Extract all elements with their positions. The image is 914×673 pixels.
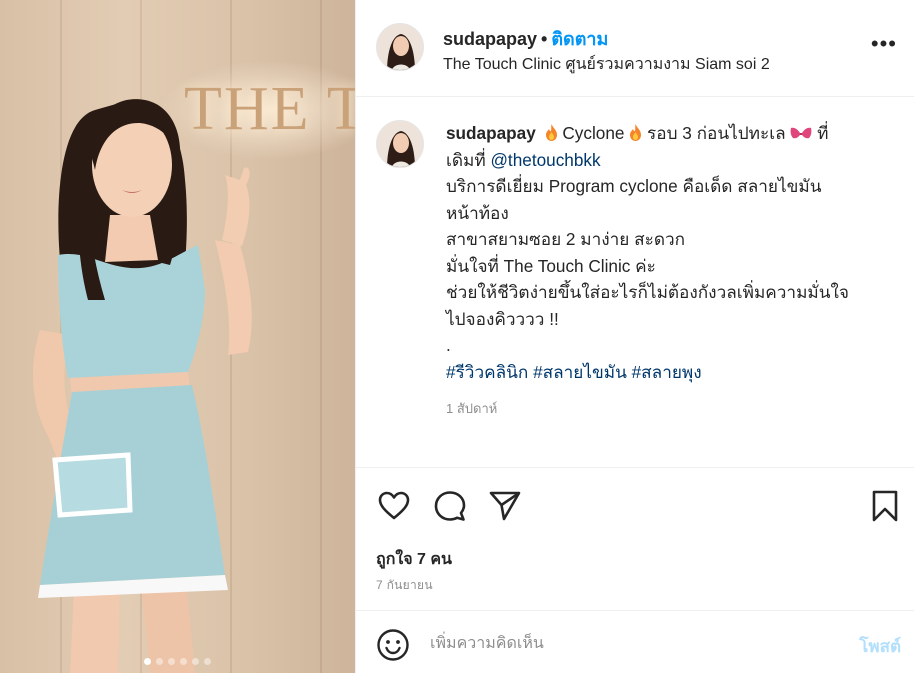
caption-text-line2: เดิมที่ xyxy=(446,149,491,170)
caption-line: หน้าท้อง xyxy=(446,202,509,223)
username-link[interactable]: sudapapay xyxy=(443,29,537,49)
post-comment-button[interactable]: โพสต์ xyxy=(859,633,901,660)
post-photo[interactable]: THE TO xyxy=(0,0,355,673)
caption-username-link[interactable]: sudapapay xyxy=(446,123,536,143)
caption-text-round: รอบ 3 ก่อนไปทะเล xyxy=(647,123,786,143)
location-link[interactable]: The Touch Clinic ศูนย์รวมความงาม Siam so… xyxy=(443,52,770,77)
carousel-dot[interactable] xyxy=(144,658,151,665)
caption-text: sudapapay Cyclone รอบ 3 ก่อนไปทะเล ที่ เ… xyxy=(446,120,901,385)
caption-line: มั่นใจที่ The Touch Clinic ค่ะ xyxy=(446,255,656,276)
caption-line: สาขาสยามซอย 2 มาง่าย สะดวก xyxy=(446,229,686,249)
avatar[interactable] xyxy=(376,23,424,71)
post-details-panel: sudapapay • ติดตาม The Touch Clinic ศูนย์ร… xyxy=(355,0,914,673)
caption-line: ช่วยให้ชีวิตง่ายขึ้นใส่อะไรก็ไม่ต้องกังว… xyxy=(446,282,849,302)
caption-section: sudapapay Cyclone รอบ 3 ก่อนไปทะเล ที่ เ… xyxy=(356,98,914,468)
follow-button[interactable]: ติดตาม xyxy=(551,29,608,49)
paper-plane-icon[interactable] xyxy=(487,488,523,524)
caption-timestamp[interactable]: 1 สัปดาห์ xyxy=(446,398,497,419)
carousel-dot[interactable] xyxy=(168,658,175,665)
comment-bar: โพสต์ xyxy=(356,610,914,673)
mention-link[interactable]: @thetouchbkk xyxy=(490,150,600,170)
caption-line: บริการดีเยี่ยม Program cyclone คือเด็ด ส… xyxy=(446,176,822,196)
heart-outline-icon[interactable] xyxy=(376,488,412,524)
bikini-emoji-icon xyxy=(790,127,812,139)
bookmark-outline-icon[interactable] xyxy=(867,488,903,524)
caption-line: . xyxy=(446,335,451,355)
carousel-dots xyxy=(0,658,355,665)
caption-text-at: ที่ xyxy=(817,123,829,143)
fire-emoji-icon xyxy=(545,124,557,141)
post-date[interactable]: 7 กันยายน xyxy=(376,576,433,595)
carousel-dot[interactable] xyxy=(156,658,163,665)
caption-text-cyclone: Cyclone xyxy=(562,123,625,143)
fire-emoji-icon xyxy=(630,124,642,141)
likes-count[interactable]: ถูกใจ 7 คน xyxy=(376,547,452,572)
caption-line: ไปจองคิวววว !! xyxy=(446,308,559,329)
comment-bubble-icon[interactable] xyxy=(432,488,468,524)
woman-figure xyxy=(33,99,252,673)
hashtag-link[interactable]: #สลายพุง xyxy=(632,362,702,382)
avatar[interactable] xyxy=(376,120,424,168)
comment-input[interactable] xyxy=(430,629,820,659)
action-bar xyxy=(356,469,914,549)
hashtag-link[interactable]: #รีวิวคลินิก xyxy=(446,362,528,382)
separator-dot: • xyxy=(541,29,548,49)
post-header: sudapapay • ติดตาม The Touch Clinic ศูนย์ร… xyxy=(356,0,914,97)
carousel-dot[interactable] xyxy=(180,658,187,665)
carousel-dot[interactable] xyxy=(192,658,199,665)
hashtag-link[interactable]: #สลายไขมัน xyxy=(533,362,627,382)
more-options-icon[interactable]: ••• xyxy=(871,33,897,55)
emoji-picker-icon[interactable] xyxy=(376,628,410,662)
carousel-dot[interactable] xyxy=(204,658,211,665)
